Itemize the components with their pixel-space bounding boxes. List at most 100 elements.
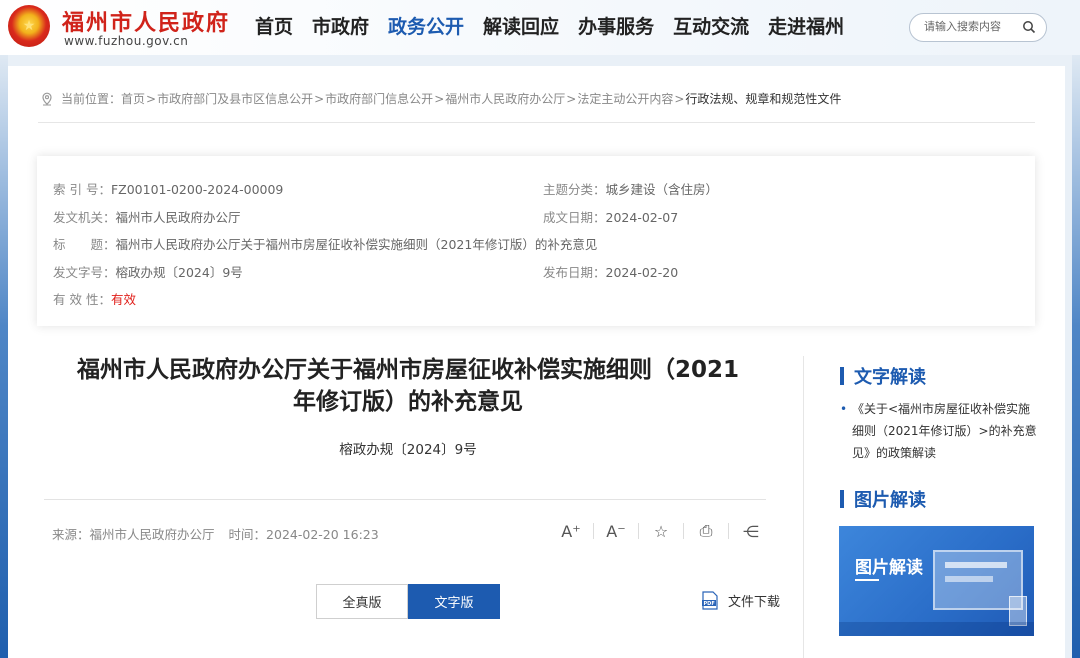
- card-illustration-base: [839, 622, 1034, 636]
- picture-interpretation-card[interactable]: 图片解读: [839, 526, 1034, 636]
- meta-index: 索 引 号：FZ00101-0200-2024-00009: [53, 179, 283, 198]
- breadcrumb-separator: >: [314, 91, 325, 106]
- text-interpretation-item: 《关于<福州市房屋征收补偿实施细则（2021年修订版）>的补充意见》的政策解读: [852, 402, 1037, 460]
- meta-index-value: FZ00101-0200-2024-00009: [110, 182, 284, 197]
- site-url: www.fuzhou.gov.cn: [64, 34, 189, 48]
- meta-category: 主题分类：城乡建设（含住房）: [543, 179, 718, 198]
- breadcrumb-separator: >: [674, 91, 685, 106]
- meta-category-label: 主题分类：: [543, 182, 606, 197]
- meta-title-label: 标 题：: [53, 237, 116, 252]
- national-emblem-icon: ★: [8, 5, 50, 47]
- heading-marker: [840, 367, 844, 385]
- time-value: 2024-02-20 16:23: [266, 527, 379, 542]
- nav-item-interaction[interactable]: 互动交流: [673, 12, 749, 39]
- meta-index-label: 索 引 号：: [53, 182, 111, 197]
- meta-validity-label: 有 效 性：: [53, 292, 111, 307]
- meta-published-value: 2024-02-20: [605, 265, 679, 280]
- main-nav: 首页 市政府 政务公开 解读回应 办事服务 互动交流 走进福州: [255, 12, 863, 39]
- nav-item-about-fuzhou[interactable]: 走进福州: [768, 12, 844, 39]
- meta-category-value: 城乡建设（含住房）: [605, 182, 719, 197]
- meta-doc-number: 发文字号：榕政办规〔2024〕9号: [53, 262, 243, 281]
- font-smaller-icon[interactable]: A⁻: [605, 520, 627, 542]
- meta-title-value: 福州市人民政府办公厅关于福州市房屋征收补偿实施细则（2021年修订版）的补充意见: [115, 237, 598, 252]
- page-background-right: [1072, 55, 1080, 658]
- emblem-star: ★: [22, 18, 36, 34]
- picture-interpretation-heading: 图片解读: [840, 486, 926, 512]
- search-icon[interactable]: [1022, 20, 1036, 34]
- meta-published-label: 发布日期：: [543, 265, 606, 280]
- meta-validity: 有 效 性：有效: [53, 289, 136, 308]
- card-illustration-line: [945, 562, 1007, 568]
- document-title: 福州市人民政府办公厅关于福州市房屋征收补偿实施细则（2021 年修订版）的补充意…: [33, 354, 783, 418]
- picture-card-label: 图片解读: [855, 558, 923, 578]
- search-input[interactable]: [924, 20, 1024, 33]
- favorite-icon[interactable]: ☆: [650, 520, 672, 542]
- breadcrumb-gov-dept-disclosure[interactable]: 市政府部门信息公开: [325, 90, 433, 107]
- meta-title: 标 题：福州市人民政府办公厅关于福州市房屋征收补偿实施细则（2021年修订版）的…: [53, 234, 597, 253]
- document-title-line1: 福州市人民政府办公厅关于福州市房屋征收补偿实施细则（2021: [76, 357, 739, 383]
- card-illustration-line: [945, 576, 993, 582]
- svg-text:PDF: PDF: [704, 601, 715, 607]
- source-label: 来源：: [52, 527, 90, 542]
- meta-issuer: 发文机关：福州市人民政府办公厅: [53, 207, 241, 226]
- nav-item-services[interactable]: 办事服务: [578, 12, 654, 39]
- source-value: 福州市人民政府办公厅: [89, 527, 215, 542]
- nav-item-government[interactable]: 市政府: [312, 12, 369, 39]
- toolbar-separator: [593, 523, 594, 539]
- title-divider: [44, 499, 766, 500]
- file-download-link[interactable]: PDF 文件下载: [702, 591, 780, 610]
- file-download-label: 文件下载: [728, 595, 781, 610]
- meta-docno-value: 榕政办规〔2024〕9号: [115, 265, 243, 280]
- breadcrumb-separator: >: [146, 91, 157, 106]
- text-version-button[interactable]: 文字版: [408, 584, 500, 619]
- breadcrumb-statutory-content[interactable]: 法定主动公开内容: [577, 90, 673, 107]
- search-box: [909, 13, 1047, 42]
- share-icon[interactable]: ⋲: [740, 520, 762, 542]
- text-interpretation-link[interactable]: • 《关于<福州市房屋征收补偿实施细则（2021年修订版）>的补充意见》的政策解…: [840, 398, 1040, 464]
- document-metadata-box: 索 引 号：FZ00101-0200-2024-00009 主题分类：城乡建设（…: [37, 156, 1035, 326]
- text-interpretation-heading: 文字解读: [840, 363, 926, 389]
- print-icon[interactable]: ⎙: [695, 520, 717, 542]
- breadcrumb-home[interactable]: 首页: [121, 90, 145, 107]
- picture-card-underline: [855, 579, 879, 581]
- page-background-left: [0, 55, 8, 658]
- content-card: 当前位置： 首页 > 市政府部门及县市区信息公开 > 市政府部门信息公开 > 福…: [8, 66, 1065, 658]
- font-larger-icon[interactable]: A⁺: [560, 520, 582, 542]
- meta-validity-value: 有效: [110, 292, 136, 307]
- meta-docno-label: 发文字号：: [53, 265, 116, 280]
- breadcrumb-general-office[interactable]: 福州市人民政府办公厅: [445, 90, 565, 107]
- toolbar-separator: [638, 523, 639, 539]
- breadcrumb: 当前位置： 首页 > 市政府部门及县市区信息公开 > 市政府部门信息公开 > 福…: [40, 90, 841, 107]
- document-number: 榕政办规〔2024〕9号: [339, 442, 477, 458]
- bullet-icon: •: [840, 402, 848, 416]
- document-info: 来源：福州市人民政府办公厅 时间：2024-02-20 16:23: [52, 524, 379, 543]
- breadcrumb-current: 行政法规、规章和规范性文件: [685, 92, 842, 106]
- location-pin-icon: [42, 92, 52, 105]
- breadcrumb-separator: >: [434, 91, 445, 106]
- nav-item-home[interactable]: 首页: [255, 12, 293, 39]
- picture-interpretation-title: 图片解读: [854, 490, 926, 511]
- site-name[interactable]: 福州市人民政府: [62, 5, 230, 37]
- sidebar-divider: [803, 356, 804, 658]
- meta-issuer-label: 发文机关：: [53, 210, 116, 225]
- meta-created-label: 成文日期：: [543, 210, 606, 225]
- article-toolbar: A⁺ A⁻ ☆ ⎙ ⋲: [560, 520, 762, 542]
- toolbar-separator: [728, 523, 729, 539]
- view-toggle: 全真版 文字版: [316, 584, 500, 619]
- meta-issuer-value: 福州市人民政府办公厅: [115, 210, 241, 225]
- meta-created-value: 2024-02-07: [605, 210, 679, 225]
- toolbar-separator: [683, 523, 684, 539]
- nav-item-interpretation[interactable]: 解读回应: [483, 12, 559, 39]
- breadcrumb-dept-disclosure[interactable]: 市政府部门及县市区信息公开: [157, 90, 313, 107]
- nav-item-gov-affairs-open[interactable]: 政务公开: [388, 12, 464, 39]
- full-version-button[interactable]: 全真版: [316, 584, 408, 619]
- meta-created-date: 成文日期：2024-02-07: [543, 207, 678, 226]
- breadcrumb-label: 当前位置：: [61, 92, 122, 106]
- document-title-line2: 年修订版）的补充意见: [293, 389, 523, 415]
- breadcrumb-separator: >: [566, 91, 577, 106]
- site-header: ★ 福州市人民政府 www.fuzhou.gov.cn 首页 市政府 政务公开 …: [0, 0, 1080, 55]
- meta-published-date: 发布日期：2024-02-20: [543, 262, 678, 281]
- time-label: 时间：: [228, 527, 267, 542]
- breadcrumb-divider: [38, 122, 1035, 123]
- heading-marker: [840, 490, 844, 508]
